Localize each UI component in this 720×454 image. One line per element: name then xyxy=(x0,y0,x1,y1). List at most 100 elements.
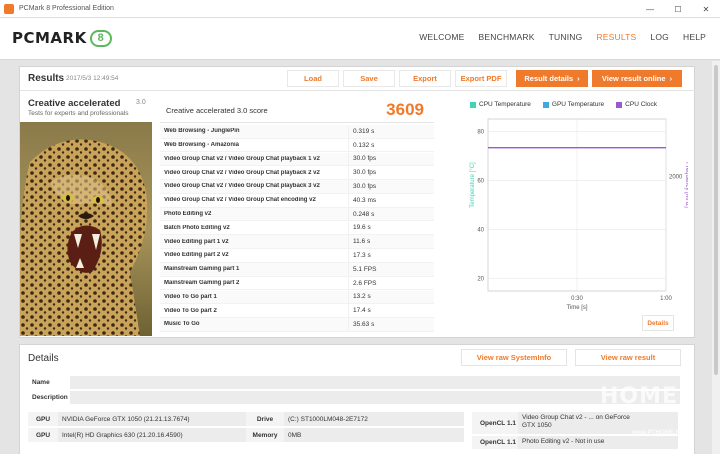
window-controls: — ☐ ✕ xyxy=(636,0,720,18)
export-button[interactable]: Export xyxy=(399,70,451,87)
results-card: Results 2017/5/3 12:49:54 Load Save Expo… xyxy=(19,66,696,338)
test-description: Tests for experts and professionals xyxy=(28,110,129,117)
legend-item: GPU Temperature xyxy=(542,101,604,108)
nav-log[interactable]: LOG xyxy=(650,32,669,42)
results-heading: Results xyxy=(28,73,65,84)
minimize-icon[interactable]: — xyxy=(636,0,664,18)
result-row: Web Browsing - JunglePin 0.319 s xyxy=(160,125,434,139)
result-row: Video Group Chat v2 / Video Group Chat e… xyxy=(160,194,434,208)
app-icon xyxy=(4,3,14,14)
result-row: Video To Go part 2 17.4 s xyxy=(160,304,434,318)
result-row: Photo Editing v2 0.248 s xyxy=(160,207,434,222)
name-field[interactable] xyxy=(70,376,680,389)
result-row-value: 2.6 FPS xyxy=(348,276,434,290)
result-row-name: Video Group Chat v2 / Video Group Chat e… xyxy=(164,197,316,204)
drive-row: Drive (C:) ST1000LM048-2E7172 xyxy=(246,412,464,426)
result-row-name: Video Editing part 2 v2 xyxy=(164,252,229,259)
opencl1-line2: GTX 1050 xyxy=(522,422,552,429)
result-row: Mainstream Gaming part 2 2.6 FPS xyxy=(160,276,434,291)
result-row-value: 0.132 s xyxy=(348,138,434,152)
result-row-name: Web Browsing - JunglePin xyxy=(164,128,240,135)
legend-swatch xyxy=(542,101,549,108)
drive-label: Drive xyxy=(246,412,284,426)
view-online-button[interactable]: View result online › xyxy=(592,70,682,87)
result-row-value: 30.0 fps xyxy=(348,166,434,179)
result-row-name: Video Group Chat v2 / Video Group Chat p… xyxy=(164,183,320,190)
main-nav: WELCOME BENCHMARK TUNING RESULTS LOG HEL… xyxy=(419,32,706,42)
result-row-name: Batch Photo Editing v2 xyxy=(164,224,230,231)
result-row: Video Editing part 2 v2 17.3 s xyxy=(160,249,434,263)
test-version: 3.0 xyxy=(136,99,146,106)
description-row: Description xyxy=(28,391,680,404)
result-row-name: Video Editing part 1 v2 xyxy=(164,238,229,245)
y-axis-right-label: Frequency [MHz] xyxy=(684,162,688,208)
monitoring-chart-panel: CPU Temperature GPU Temperature CPU Cloc… xyxy=(444,97,688,333)
result-row-value: 40.3 ms xyxy=(348,194,434,207)
gpu-label: GPU xyxy=(28,428,58,442)
gpu-label: GPU xyxy=(28,412,58,426)
legend-label: CPU Clock xyxy=(625,101,657,108)
view-raw-result-button[interactable]: View raw result xyxy=(575,349,681,366)
opencl2-value: Photo Editing v2 - Not in use xyxy=(518,436,678,449)
score-label: Creative accelerated 3.0 score xyxy=(166,106,268,115)
pcmark-logo: PCMARK 8 xyxy=(12,29,112,47)
legend-label: CPU Temperature xyxy=(479,101,531,108)
overall-score: 3609 xyxy=(386,100,424,119)
page-scrollbar[interactable] xyxy=(712,61,720,454)
result-details-button[interactable]: Result details › xyxy=(516,70,588,87)
export-pdf-button[interactable]: Export PDF xyxy=(455,70,507,87)
score-header: Creative accelerated 3.0 score 3609 xyxy=(160,97,434,123)
legend-item: CPU Temperature xyxy=(470,101,531,108)
view-raw-sysinfo-button[interactable]: View raw SystemInfo xyxy=(461,349,567,366)
gpu1-value: NVIDIA GeForce GTX 1050 (21.21.13.7674) xyxy=(58,412,248,426)
result-row-name: Mainstream Gaming part 1 xyxy=(164,266,240,273)
opencl-label: OpenCL 1.1 xyxy=(472,412,518,434)
details-heading: Details xyxy=(28,353,59,364)
result-row: Video Group Chat v2 / Video Group Chat p… xyxy=(160,166,434,180)
nav-welcome[interactable]: WELCOME xyxy=(419,32,464,42)
y-axis-left-label: Temperature [°C] xyxy=(470,162,476,208)
legend-swatch xyxy=(616,101,623,108)
y-tick-label: 20 xyxy=(477,277,484,283)
chart-details-button[interactable]: Details xyxy=(642,315,674,331)
chevron-right-icon: › xyxy=(577,74,580,83)
opencl2-row: OpenCL 1.1 Photo Editing v2 - Not in use xyxy=(472,436,678,449)
nav-results[interactable]: RESULTS xyxy=(596,32,636,42)
result-row-name: Photo Editing v2 xyxy=(164,211,212,218)
scrollbar-thumb[interactable] xyxy=(714,65,718,375)
result-row-value: 19.6 s xyxy=(348,221,434,235)
result-row-value: 0.319 s xyxy=(348,125,434,138)
result-row: Music To Go 35.63 s xyxy=(160,318,434,332)
description-field[interactable] xyxy=(70,391,680,404)
test-name: Creative accelerated xyxy=(28,98,121,109)
opencl1-line1: Video Group Chat v2 - ... on GeForce xyxy=(522,414,630,421)
nav-tuning[interactable]: TUNING xyxy=(549,32,583,42)
y-tick-label: 60 xyxy=(477,178,484,184)
y-tick-label: 80 xyxy=(477,129,484,135)
legend-swatch xyxy=(470,101,476,108)
view-online-label: View result online xyxy=(601,74,666,83)
memory-row: Memory 0MB xyxy=(246,428,464,442)
memory-value: 0MB xyxy=(284,428,464,442)
result-row: Mainstream Gaming part 1 5.1 FPS xyxy=(160,263,434,277)
result-row-value: 35.63 s xyxy=(348,318,434,331)
name-label: Name xyxy=(32,379,50,386)
load-button[interactable]: Load xyxy=(287,70,339,87)
watermark-url: www.PCHOME.NET xyxy=(632,430,688,436)
chevron-right-icon: › xyxy=(669,74,673,83)
x-axis-label: Time [s] xyxy=(566,305,587,311)
result-row-name: Mainstream Gaming part 2 xyxy=(164,280,240,287)
details-card: Details View raw SystemInfo View raw res… xyxy=(19,344,695,454)
nav-help[interactable]: HELP xyxy=(683,32,706,42)
logo-version: 8 xyxy=(89,29,112,47)
result-row-name: Video Group Chat v2 / Video Group Chat p… xyxy=(164,169,320,176)
nav-benchmark[interactable]: BENCHMARK xyxy=(479,32,535,42)
legend-item: CPU Clock xyxy=(616,101,657,108)
watermark: HOME xyxy=(600,384,679,409)
leopard-image xyxy=(20,122,152,336)
result-row: Video To Go part 1 13.2 s xyxy=(160,290,434,305)
save-button[interactable]: Save xyxy=(343,70,395,87)
close-icon[interactable]: ✕ xyxy=(692,0,720,18)
maximize-icon[interactable]: ☐ xyxy=(664,0,692,18)
result-row-value: 11.6 s xyxy=(348,235,434,248)
